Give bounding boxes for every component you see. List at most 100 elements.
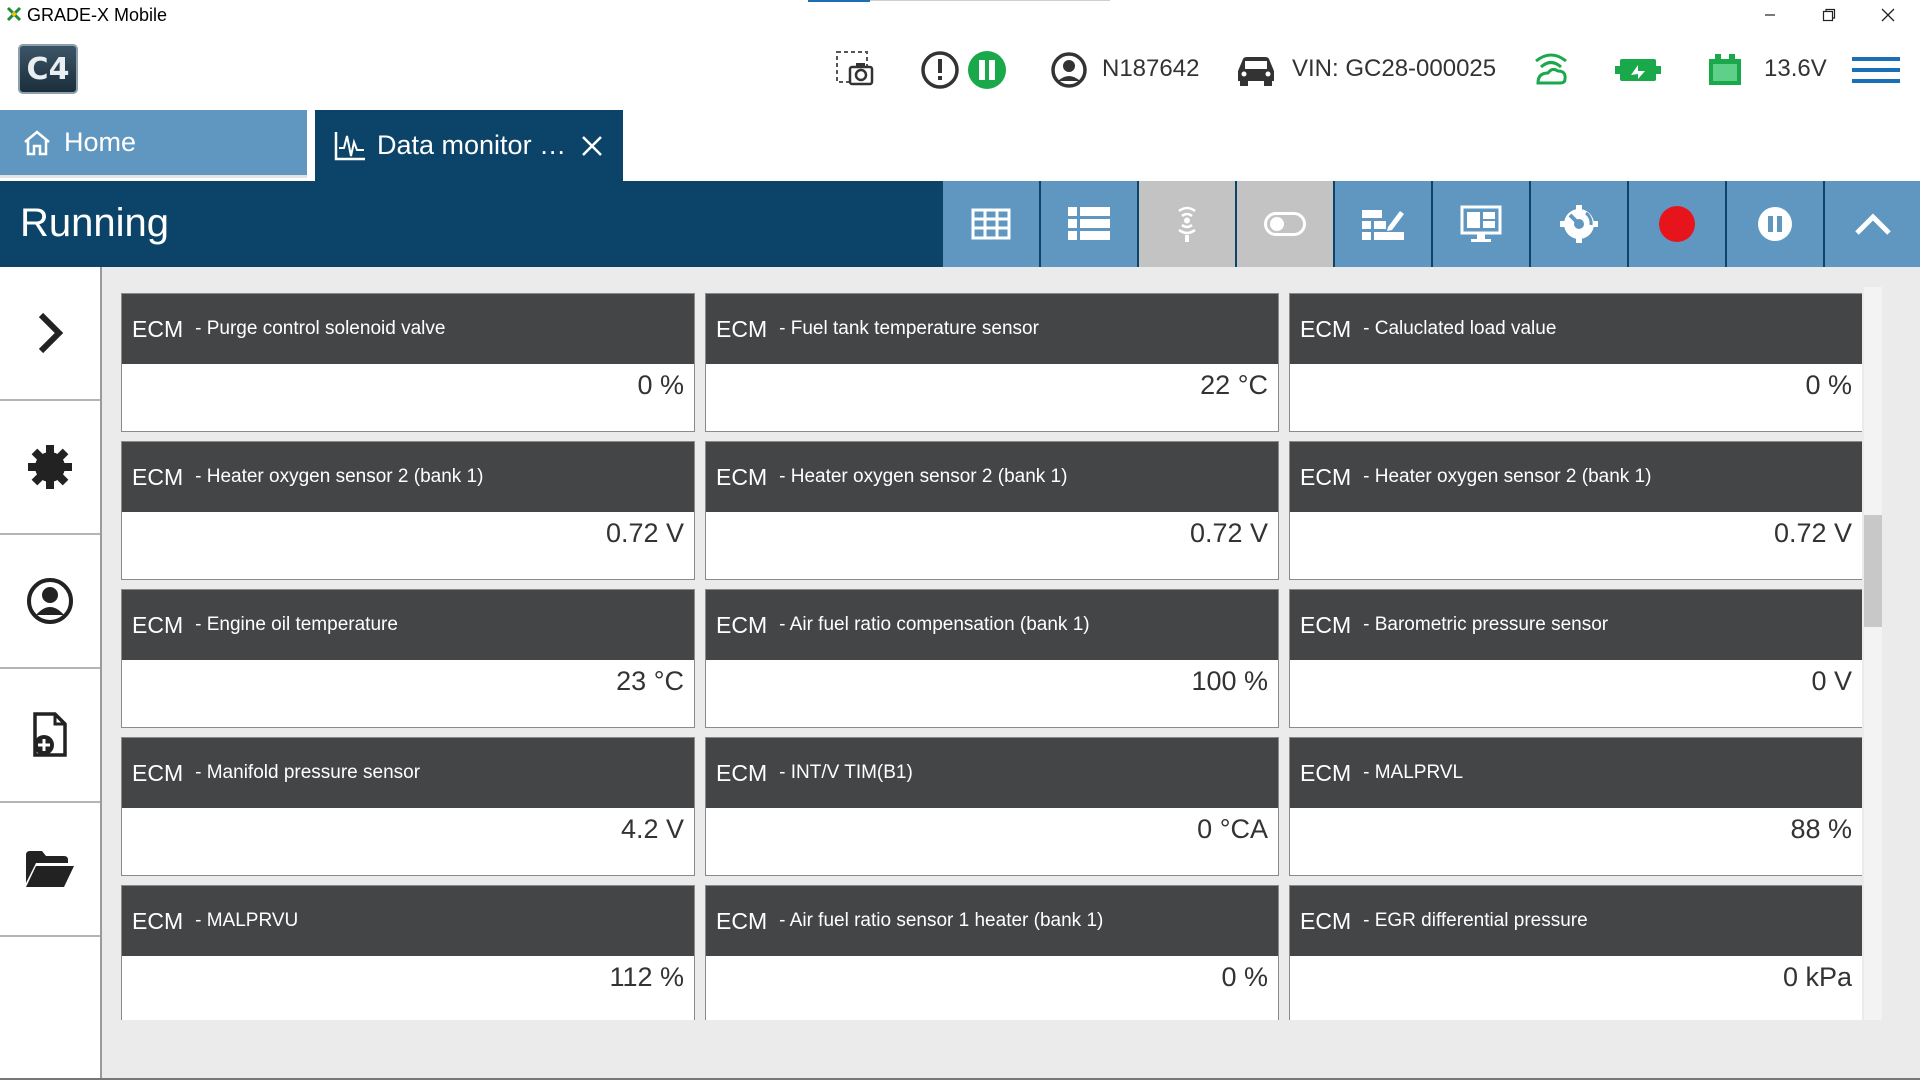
- sidebar-user-button[interactable]: [0, 535, 100, 669]
- pause-green-icon: [968, 51, 1006, 89]
- parameter-value: 100 %: [1191, 666, 1268, 696]
- parameter-card-header: ECM - Manifold pressure sensor: [122, 738, 694, 808]
- tab-bar: Home Data monitor …: [0, 110, 1920, 181]
- scrollbar-thumb[interactable]: [1864, 515, 1882, 627]
- wireless-status[interactable]: [1530, 48, 1572, 92]
- user-indicator[interactable]: [1050, 48, 1088, 92]
- parameter-card[interactable]: ECM - MALPRVL 88 %: [1289, 737, 1862, 876]
- app-logo: C4: [18, 44, 78, 94]
- ecu-label: ECM: [132, 463, 184, 490]
- parameter-name: - Purge control solenoid valve: [195, 318, 446, 339]
- app-icon: [6, 6, 22, 22]
- toggle-button[interactable]: [1237, 181, 1333, 267]
- ecu-label: ECM: [132, 907, 184, 934]
- window-titlebar: GRADE-X Mobile: [0, 0, 1920, 30]
- parameter-value: 0.72 V: [1773, 518, 1852, 548]
- parameter-card-header: ECM - Air fuel ratio compensation (bank 1…: [706, 590, 1278, 660]
- parameter-value: 0 kPa: [1782, 962, 1852, 992]
- monitor-layout-icon: [1460, 205, 1502, 242]
- monitor-status-title: Running: [20, 201, 170, 245]
- parameter-card-header: ECM - MALPRVL: [1290, 738, 1862, 808]
- active-test-button[interactable]: [1139, 181, 1235, 267]
- ecu-label: ECM: [132, 759, 184, 786]
- parameter-name: - INT/V TIM(B1): [779, 762, 913, 783]
- home-icon: [24, 129, 50, 155]
- pause-button[interactable]: [1727, 181, 1823, 267]
- close-tab-icon[interactable]: [580, 134, 604, 158]
- parameter-card[interactable]: ECM - EGR differential pressure 0 kPa: [1289, 885, 1862, 1020]
- parameter-value: 0 %: [1221, 962, 1268, 992]
- list-view-button[interactable]: [1041, 181, 1137, 267]
- record-button[interactable]: [1629, 181, 1725, 267]
- main-menu-button[interactable]: [1852, 48, 1900, 92]
- tab-data-monitor-label: Data monitor …: [377, 130, 567, 160]
- parameter-card[interactable]: ECM - Manifold pressure sensor 4.2 V: [121, 737, 695, 876]
- gauge-settings-button[interactable]: [1531, 181, 1627, 267]
- parameter-card[interactable]: ECM - MALPRVU 112 %: [121, 885, 695, 1020]
- ecu-label: ECM: [1300, 463, 1352, 490]
- sidebar-settings-button[interactable]: [0, 401, 100, 535]
- parameter-name: - EGR differential pressure: [1363, 910, 1588, 931]
- ecu-label: ECM: [1300, 907, 1352, 934]
- signal-wave-icon: [1178, 206, 1196, 242]
- parameter-card[interactable]: ECM - Heater oxygen sensor 2 (bank 1) 0.72…: [1289, 441, 1862, 580]
- ecu-label: ECM: [716, 759, 768, 786]
- vertical-scrollbar[interactable]: [1864, 287, 1882, 1020]
- parameter-name: - MALPRVL: [1363, 762, 1464, 783]
- pause-icon: [1758, 207, 1792, 241]
- parameter-card[interactable]: ECM - Purge control solenoid valve 0 %: [121, 293, 695, 432]
- parameter-card-header: ECM - Caluclated load value: [1290, 294, 1862, 364]
- minimize-button[interactable]: [1747, 0, 1793, 30]
- alert-icon: [921, 51, 959, 89]
- parameter-card[interactable]: ECM - Barometric pressure sensor 0 V: [1289, 589, 1862, 728]
- battery-voltage: 13.6V: [1764, 55, 1827, 82]
- close-icon: [1881, 8, 1895, 22]
- minimize-icon: [1765, 14, 1775, 16]
- title-divider: [870, 0, 1110, 1]
- collapse-button[interactable]: [1825, 181, 1920, 267]
- edit-parameters-button[interactable]: [1335, 181, 1431, 267]
- parameter-name: - Air fuel ratio sensor 1 heater (bank 1…: [779, 910, 1104, 931]
- parameter-card-header: ECM - Purge control solenoid valve: [122, 294, 694, 364]
- parameter-value: 0 %: [1805, 370, 1852, 400]
- toggle-switch-icon: [1264, 212, 1306, 236]
- edit-list-icon: [1362, 210, 1404, 240]
- car-icon: [1238, 57, 1274, 86]
- dtc-alert-button[interactable]: [920, 48, 960, 92]
- parameter-card[interactable]: ECM - Air fuel ratio compensation (bank 1…: [705, 589, 1279, 728]
- sidebar-expand-button[interactable]: [0, 267, 100, 401]
- sidebar-new-report-button[interactable]: [0, 669, 100, 803]
- parameter-card[interactable]: ECM - Caluclated load value 0 %: [1289, 293, 1862, 432]
- parameter-card-header: ECM - Barometric pressure sensor: [1290, 590, 1862, 660]
- tab-data-monitor[interactable]: Data monitor …: [315, 110, 623, 181]
- ecu-label: ECM: [716, 907, 768, 934]
- restore-button[interactable]: [1806, 0, 1852, 30]
- close-window-button[interactable]: [1865, 0, 1911, 30]
- left-sidebar: [0, 267, 102, 1080]
- vci-status[interactable]: [1614, 48, 1662, 92]
- parameter-card[interactable]: ECM - Air fuel ratio sensor 1 heater (ban…: [705, 885, 1279, 1020]
- battery-status[interactable]: [1706, 48, 1744, 92]
- grid-view-button[interactable]: [943, 181, 1039, 267]
- parameter-value: 4.2 V: [620, 814, 684, 844]
- vehicle-indicator[interactable]: [1234, 48, 1278, 92]
- title-accent: [808, 0, 870, 2]
- parameter-name: - Barometric pressure sensor: [1363, 614, 1609, 635]
- parameter-card[interactable]: ECM - Engine oil temperature 23 °C: [121, 589, 695, 728]
- parameter-card[interactable]: ECM - Fuel tank temperature sensor 22 °C: [705, 293, 1279, 432]
- user-icon: [1051, 52, 1087, 88]
- parameter-value: 0 %: [637, 370, 684, 400]
- screenshot-button[interactable]: [834, 48, 876, 92]
- chevron-right-icon: [38, 312, 64, 354]
- user-id: N187642: [1102, 55, 1200, 82]
- display-settings-button[interactable]: [1433, 181, 1529, 267]
- sidebar-open-folder-button[interactable]: [0, 803, 100, 937]
- tab-home[interactable]: Home: [0, 110, 307, 178]
- restore-icon: [1822, 8, 1836, 22]
- parameter-card[interactable]: ECM - INT/V TIM(B1) 0 °CA: [705, 737, 1279, 876]
- pause-status-indicator[interactable]: [966, 48, 1008, 92]
- parameter-card[interactable]: ECM - Heater oxygen sensor 2 (bank 1) 0.72…: [121, 441, 695, 580]
- parameter-value: 0.72 V: [605, 518, 684, 548]
- parameter-card[interactable]: ECM - Heater oxygen sensor 2 (bank 1) 0.72…: [705, 441, 1279, 580]
- ecu-label: ECM: [1300, 759, 1352, 786]
